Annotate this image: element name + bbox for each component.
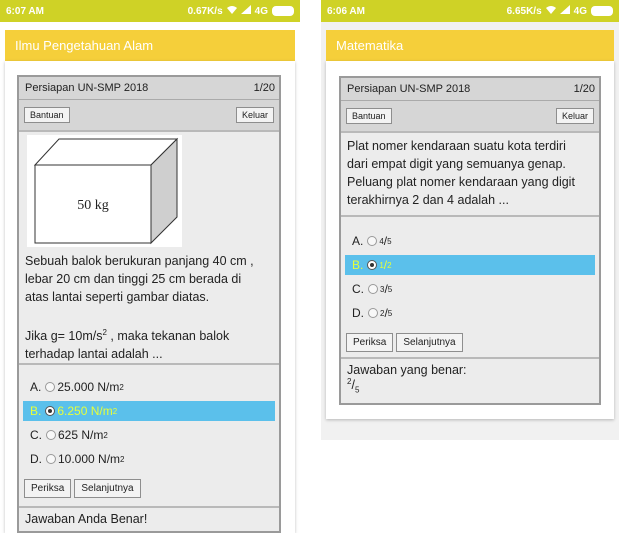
network-speed: 6.65K/s: [506, 5, 542, 17]
phone-screen-right: 6:06 AM 6.65K/s 4G Matematika Persiapan …: [321, 0, 619, 440]
quiz-toolbar: Bantuan Keluar: [19, 104, 279, 126]
exit-button[interactable]: Keluar: [235, 107, 274, 123]
radio-icon[interactable]: [368, 308, 378, 318]
question-text: Plat nomer kendaraan suatu kota terdiri …: [341, 133, 599, 213]
question-line: Sebuah balok berukuran panjang 40 cm ,: [25, 254, 254, 268]
action-row: Periksa Selanjutnya: [19, 479, 279, 498]
help-button[interactable]: Bantuan: [24, 107, 70, 123]
option-d[interactable]: D. 10.000 N/m 2: [23, 449, 275, 469]
radio-icon[interactable]: [45, 382, 56, 392]
answer-value: 2/5: [347, 377, 360, 395]
page-indicator: 1/20: [573, 83, 595, 95]
option-a[interactable]: A. 25.000 N/m 2: [23, 377, 275, 397]
quiz-header: Persiapan UN-SMP 2018 1/20: [341, 78, 599, 101]
question-figure: 50 kg: [27, 135, 182, 247]
app-title: Ilmu Pengetahuan Alam: [15, 38, 154, 53]
app-title: Matematika: [336, 38, 404, 53]
question-line: atas lantai seperti gambar diatas.: [25, 290, 210, 304]
network-type: 4G: [254, 5, 268, 17]
quiz-toolbar: Bantuan Keluar: [341, 105, 599, 127]
radio-icon[interactable]: [46, 430, 56, 440]
next-button[interactable]: Selanjutnya: [396, 333, 463, 352]
check-button[interactable]: Periksa: [24, 479, 72, 498]
option-c[interactable]: C. 3/5: [345, 279, 595, 299]
radio-icon[interactable]: [368, 284, 378, 294]
signal-icon: [240, 5, 251, 17]
page-indicator: 1/20: [253, 82, 275, 94]
check-button[interactable]: Periksa: [346, 333, 394, 352]
radio-icon[interactable]: [367, 236, 378, 246]
figure-label: 50 kg: [77, 198, 109, 213]
question-text: Sebuah balok berukuran panjang 40 cm , l…: [19, 248, 279, 367]
answer-section: Jawaban yang benar: 2/5: [341, 357, 599, 403]
question-section: Plat nomer kendaraan suatu kota terdiri …: [341, 131, 599, 215]
status-time: 6:07 AM: [6, 5, 44, 17]
option-b[interactable]: B. 1/2: [345, 255, 595, 275]
exam-title: Persiapan UN-SMP 2018: [25, 82, 149, 94]
radio-icon[interactable]: [45, 406, 56, 416]
quiz-panel: Persiapan UN-SMP 2018 1/20 Bantuan Kelua…: [17, 75, 281, 533]
question-section: 50 kg Sebuah balok berukuran panjang 40 …: [19, 130, 279, 363]
status-bar: 6:06 AM 6.65K/s 4G: [321, 0, 619, 22]
status-bar: 6:07 AM 0.67K/s 4G: [0, 0, 300, 22]
option-d[interactable]: D. 2/5: [345, 303, 595, 323]
app-title-bar: Matematika: [326, 30, 614, 61]
question-line: dari empat digit yang semuanya genap.: [347, 157, 566, 171]
quiz-panel: Persiapan UN-SMP 2018 1/20 Bantuan Kelua…: [339, 76, 601, 405]
quiz-header: Persiapan UN-SMP 2018 1/20: [19, 77, 279, 100]
result-section: Jawaban Anda Benar!: [19, 506, 279, 531]
next-button[interactable]: Selanjutnya: [74, 479, 141, 498]
question-line: Plat nomer kendaraan suatu kota terdiri: [347, 139, 566, 153]
radio-icon[interactable]: [367, 260, 378, 270]
radio-icon[interactable]: [46, 454, 56, 464]
network-speed: 0.67K/s: [187, 5, 223, 17]
question-line: terakhirnya 2 dan 4 adalah ...: [347, 193, 509, 207]
question-line: terhadap lantai adalah ...: [25, 347, 163, 362]
exit-button[interactable]: Keluar: [555, 108, 594, 124]
battery-icon: [272, 6, 294, 16]
options-section: A. 25.000 N/m 2 B. 6.250 N/m 2 C. 625 N/m 2…: [19, 363, 279, 506]
action-row: Periksa Selanjutnya: [341, 333, 599, 352]
status-time: 6:06 AM: [327, 5, 365, 17]
help-button[interactable]: Bantuan: [346, 108, 392, 124]
option-c[interactable]: C. 625 N/m 2: [23, 425, 275, 445]
option-a[interactable]: A. 4/5: [345, 231, 595, 251]
network-type: 4G: [573, 5, 587, 17]
app-title-bar: Ilmu Pengetahuan Alam: [5, 30, 295, 61]
signal-icon: [559, 5, 570, 17]
wifi-icon: [226, 5, 237, 17]
answer-label: Jawaban yang benar:: [347, 363, 467, 377]
result-text: Jawaban Anda Benar!: [25, 512, 148, 526]
battery-icon: [591, 6, 613, 16]
wifi-icon: [545, 5, 556, 17]
exam-title: Persiapan UN-SMP 2018: [347, 83, 471, 95]
phone-screen-left: 6:07 AM 0.67K/s 4G Ilmu Pengetahuan Alam…: [0, 0, 300, 533]
question-line: Jika g= 10m/s2 , maka tekanan balok: [25, 328, 230, 344]
question-line: Peluang plat nomer kendaraan yang digit: [347, 175, 575, 189]
question-line: lebar 20 cm dan tinggi 25 cm berada di: [25, 272, 242, 286]
options-section: A. 4/5 B. 1/2 C. 3/5 D. 2/5 Periksa Sela…: [341, 215, 599, 357]
option-b[interactable]: B. 6.250 N/m 2: [23, 401, 275, 421]
box-figure: 50 kg: [33, 137, 179, 245]
